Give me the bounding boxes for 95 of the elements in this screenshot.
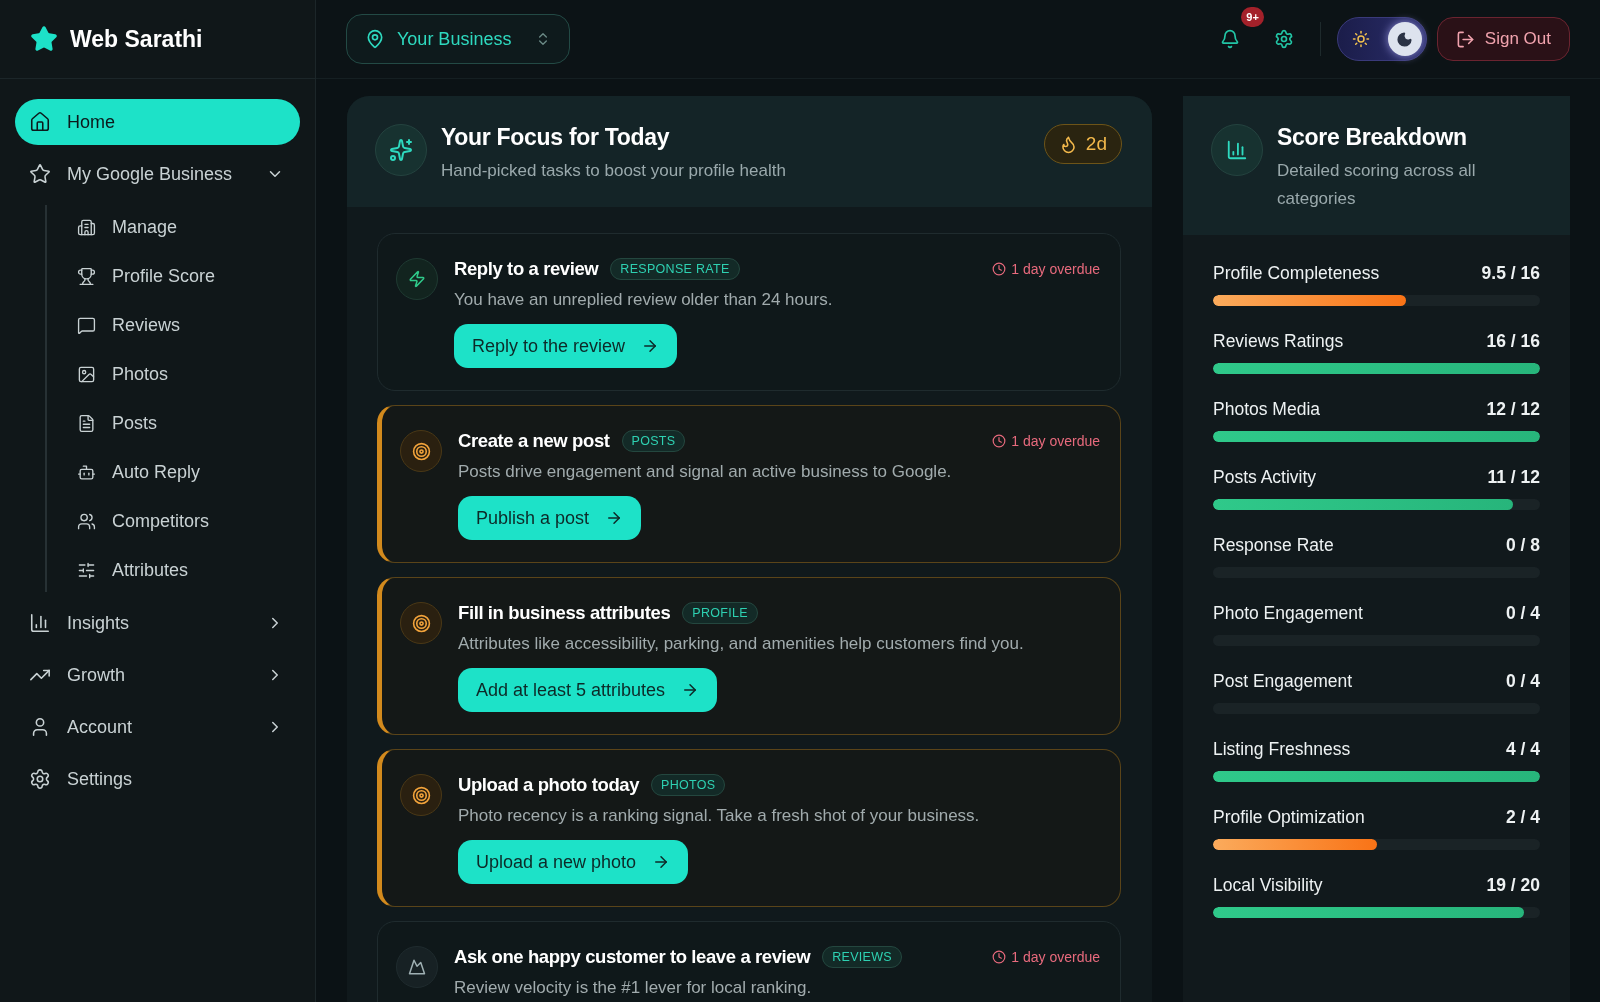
overdue-text: 1 day overdue <box>1011 433 1100 449</box>
settings-icon <box>1273 29 1294 49</box>
logo-star-icon <box>30 25 58 53</box>
sidebar-item[interactable]: Posts <box>77 401 300 445</box>
message-icon <box>77 315 96 335</box>
card-title: Your Focus for Today <box>441 124 671 151</box>
settings-icon <box>29 768 51 790</box>
category-tag: RESPONSE RATE <box>610 258 740 280</box>
business-selector[interactable]: Your Business <box>346 14 570 64</box>
home-icon <box>29 111 51 133</box>
task-action-button[interactable]: Upload a new photo <box>458 840 689 884</box>
sign-out-icon <box>1455 29 1475 49</box>
building-icon <box>77 217 96 237</box>
score-label: Post Engagement <box>1213 671 1353 692</box>
score-value: 11 / 12 <box>1487 467 1540 488</box>
task-description: Attributes like accessibility, parking, and amenities help customers find you. <box>458 634 1025 654</box>
notification-badge: 9+ <box>1241 7 1264 27</box>
star-icon <box>29 163 51 185</box>
overdue-text: 1 day overdue <box>1011 949 1100 965</box>
sidebar-item[interactable]: Photos <box>77 352 300 396</box>
sidebar-item[interactable]: Insights <box>15 600 300 646</box>
sidebar-item[interactable]: Auto Reply <box>77 450 300 494</box>
moon-icon <box>1396 30 1414 48</box>
score-label: Reviews Ratings <box>1213 331 1344 352</box>
target-icon <box>411 441 431 461</box>
task-description: Photo recency is a ranking signal. Take a fresh shot of your business. <box>458 806 981 826</box>
task-title: Upload a photo today <box>458 774 640 796</box>
card-title: Score Breakdown <box>1277 124 1468 151</box>
sun-icon <box>1351 30 1370 48</box>
score-label: Posts Activity <box>1213 467 1317 488</box>
task-title: Ask one happy customer to leave a review <box>454 946 811 968</box>
score-label: Listing Freshness <box>1213 739 1351 760</box>
sidebar-item[interactable]: Manage <box>77 205 300 249</box>
clock-icon <box>992 434 1007 448</box>
score-label: Response Rate <box>1213 535 1334 556</box>
clock-icon <box>992 950 1007 964</box>
score-label: Local Visibility <box>1213 875 1323 896</box>
score-label: Photos Media <box>1213 399 1320 420</box>
score-value: 0 / 4 <box>1505 671 1540 692</box>
streak-count: 2d <box>1085 133 1107 155</box>
task-title: Reply to a review <box>454 258 599 280</box>
sidebar-item[interactable]: Account <box>15 704 300 750</box>
score-label: Profile Optimization <box>1213 807 1365 828</box>
sidebar-item[interactable]: Settings <box>15 756 300 802</box>
task-action-button[interactable]: Publish a post <box>458 496 642 540</box>
sidebar-item[interactable]: Growth <box>15 652 300 698</box>
score-value: 9.5 / 16 <box>1481 263 1540 284</box>
task-description: Posts drive engagement and signal an active business to Google. <box>458 462 953 482</box>
task-title: Fill in business attributes <box>458 602 671 624</box>
target-icon <box>411 613 431 633</box>
bell-icon <box>1219 29 1240 49</box>
robot-icon <box>77 462 96 482</box>
task-title: Create a new post <box>458 430 610 452</box>
brand-name: Web Sarathi <box>70 25 203 53</box>
score-value: 0 / 4 <box>1505 603 1540 624</box>
task-action-button[interactable]: Add at least 5 attributes <box>458 668 718 712</box>
category-tag: PHOTOS <box>651 774 726 796</box>
category-tag: REVIEWS <box>822 946 902 968</box>
sparkles-icon <box>389 138 413 162</box>
score-value: 0 / 8 <box>1505 535 1540 556</box>
map-pin-icon <box>365 29 385 49</box>
sidebar-item[interactable]: Competitors <box>77 499 300 543</box>
card-subtitle: Hand-picked tasks to boost your profile health <box>441 160 787 182</box>
document-icon <box>77 413 96 433</box>
score-label: Profile Completeness <box>1213 263 1380 284</box>
task-action-button[interactable]: Reply to the review <box>454 324 678 368</box>
bar-chart-icon <box>29 612 51 634</box>
theme-toggle[interactable] <box>1336 17 1427 61</box>
bar-chart-icon <box>1226 139 1248 161</box>
trophy-icon <box>77 266 96 286</box>
mountain-icon <box>408 958 426 976</box>
score-value: 4 / 4 <box>1505 739 1540 760</box>
sidebar-item[interactable]: Attributes <box>77 548 300 592</box>
score-value: 2 / 4 <box>1505 807 1540 828</box>
image-icon <box>77 364 96 384</box>
target-icon <box>411 785 431 805</box>
lightning-icon <box>408 270 426 288</box>
sidebar-item[interactable]: Profile Score <box>77 254 300 298</box>
score-label: Photo Engagement <box>1213 603 1363 624</box>
score-value: 19 / 20 <box>1486 875 1540 896</box>
sign-out-button[interactable]: Sign Out <box>1436 17 1570 61</box>
sidebar-item[interactable]: Reviews <box>77 303 300 347</box>
card-subtitle: Detailed scoring across all categories <box>1277 160 1477 210</box>
sidebar-item[interactable]: My Google Business <box>15 151 300 197</box>
users-icon <box>77 511 96 531</box>
clock-icon <box>992 262 1007 276</box>
score-value: 12 / 12 <box>1486 399 1540 420</box>
sliders-icon <box>77 560 96 580</box>
task-description: You have an unreplied review older than 24 hours. <box>454 290 834 310</box>
sidebar-item[interactable]: Home <box>15 99 300 145</box>
category-tag: POSTS <box>621 430 686 452</box>
score-value: 16 / 16 <box>1486 331 1540 352</box>
overdue-text: 1 day overdue <box>1011 261 1100 277</box>
task-description: Review velocity is the #1 lever for local ranking. <box>454 978 813 998</box>
category-tag: PROFILE <box>682 602 758 624</box>
